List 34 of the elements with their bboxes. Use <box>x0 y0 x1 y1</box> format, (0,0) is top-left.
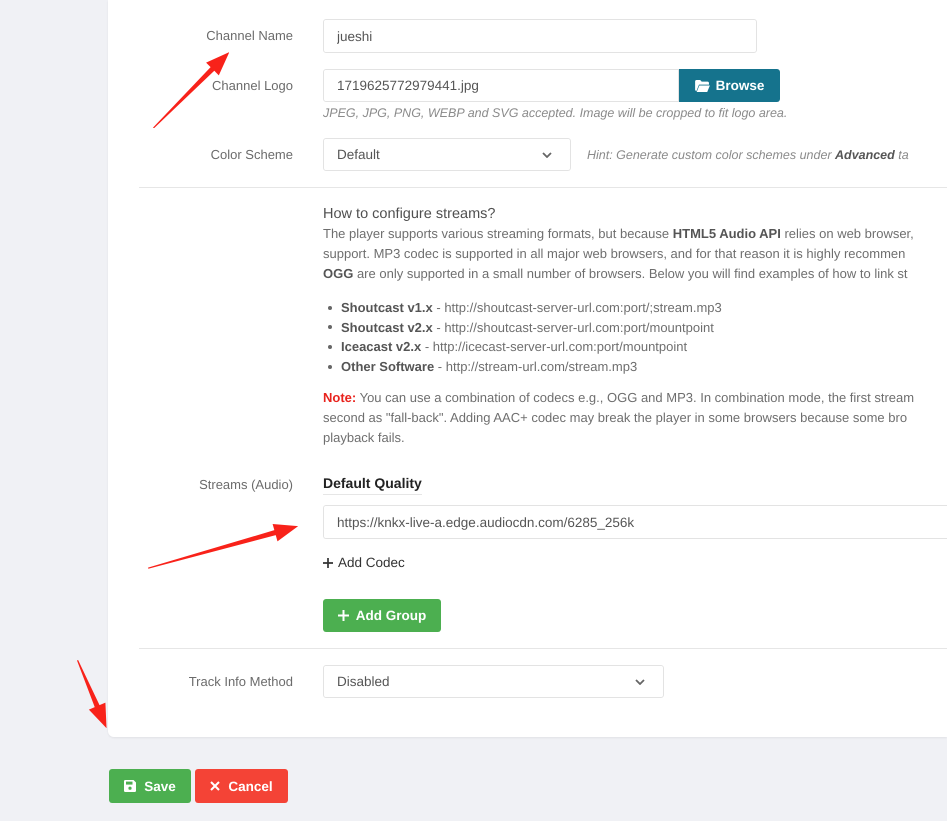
help-text: JPEG, JPG, PNG, WEBP and SVG accepted. Image will be cropped to fit logo area. <box>323 105 788 122</box>
paragraph-text: The player supports various streaming formats, but because HTML5 Audio API relies on web browser, support. MP3 codec is supported in all major web browsers, and for that reason it is highly recommen OGG are only supported in a small number of browsers. Below you will find examples of how to link st <box>323 225 915 283</box>
field-label: Channel Logo <box>212 77 293 95</box>
stream-url-input[interactable]: https://knkx-live-a.edge.audiocdn.com/6285_256k <box>323 505 947 540</box>
close-icon <box>210 781 220 792</box>
field-label: Color Scheme <box>210 146 293 164</box>
select-dropdown[interactable]: Disabled <box>323 665 664 698</box>
bullet-icon <box>328 306 332 310</box>
file-input[interactable]: 1719625772979441.jpg <box>323 69 679 102</box>
field-label: Track Info Method <box>188 673 293 692</box>
plus-icon <box>323 558 333 568</box>
arrow-annotation <box>77 660 107 728</box>
list-item-text: Shoutcast v2.x - http://shoutcast-server-url.com:port/mountpoint <box>341 318 714 337</box>
note-text: Note: You can use a combination of codecs e.g., OGG and MP3. In combination mode, the first stream second as "fall-back". Adding AAC+ codec may break the player in some browsers because some bro playback fails. <box>323 389 916 447</box>
hint-text: Hint: Generate custom color schemes under Advanced ta <box>587 148 909 162</box>
list-item-text: Shoutcast v1.x - http://shoutcast-server-url.com:port/;stream.mp3 <box>341 299 722 317</box>
bullet-icon <box>328 364 332 369</box>
bullet-icon <box>328 344 332 349</box>
chevron-down-icon <box>635 678 645 685</box>
bullet-icon <box>328 325 332 330</box>
text-input[interactable]: jueshi <box>323 19 757 53</box>
add-codec-link[interactable]: Add Codec <box>323 554 405 572</box>
chevron-down-icon <box>542 152 552 158</box>
plus-icon <box>338 610 349 622</box>
group-heading: Default Quality <box>323 473 422 496</box>
select-dropdown[interactable]: Default <box>323 138 571 171</box>
folder-icon <box>694 80 710 92</box>
cancel-button[interactable]: Cancel <box>195 769 288 804</box>
field-label: Channel Name <box>206 27 293 45</box>
browse-button[interactable]: Browse <box>679 69 780 102</box>
list-item-text: Iceacast v2.x - http://icecast-server-url.com:port/mountpoint <box>341 338 688 356</box>
list-item-text: Other Software - http://stream-url.com/stream.mp3 <box>341 358 638 376</box>
section-heading: How to configure streams? <box>323 205 496 224</box>
field-label: Streams (Audio) <box>199 476 293 494</box>
